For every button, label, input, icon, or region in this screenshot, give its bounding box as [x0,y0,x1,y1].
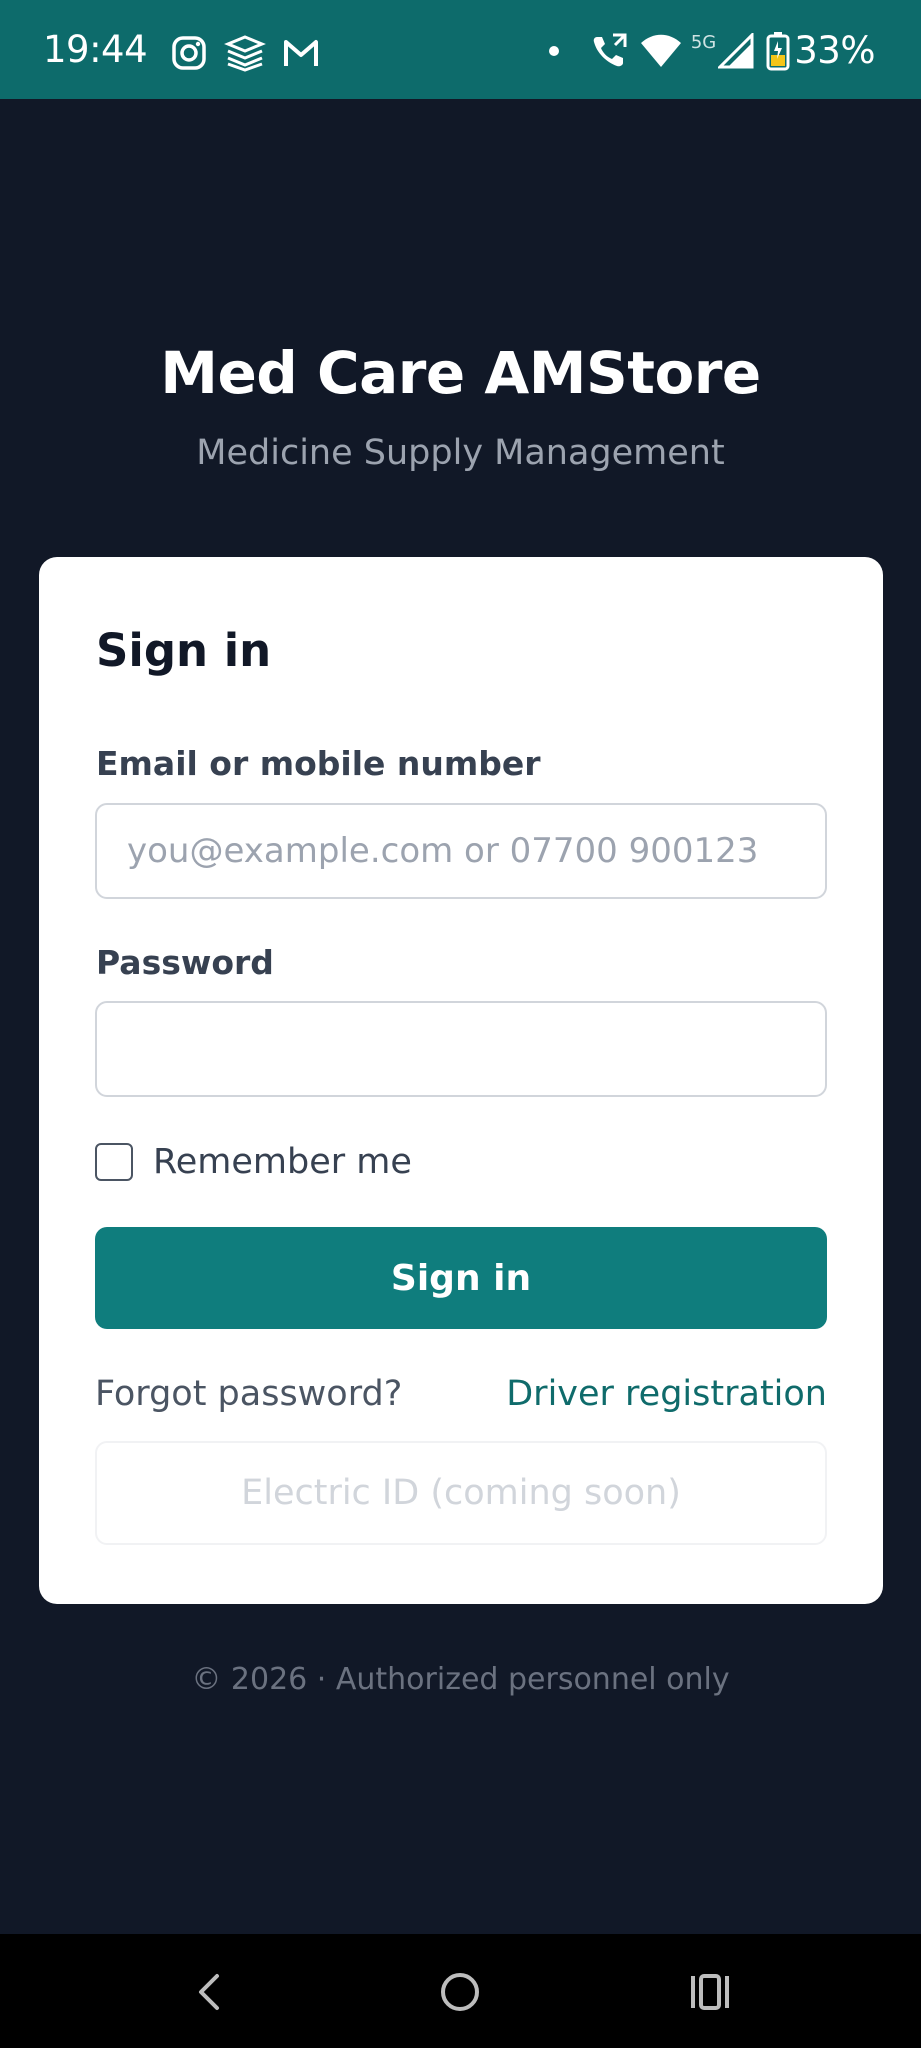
driver-registration-link[interactable]: Driver registration [506,1371,827,1417]
forgot-password-link[interactable]: Forgot password? [95,1371,402,1417]
gmail-icon [284,40,318,66]
sign-in-card: Sign in Email or mobile number Password … [39,557,883,1604]
navigation-bar [0,1934,921,2048]
battery-charging-icon [766,32,790,71]
stack-app-icon [224,35,266,72]
app-subtitle: Medicine Supply Management [196,433,725,473]
footer-text: © 2026 · Authorized personnel only [191,1662,730,1697]
wifi-calling-icon [593,33,627,67]
electric-id-button: Electric ID (coming soon) [95,1441,827,1545]
signal-icon [718,33,754,69]
card-title: Sign in [96,624,272,677]
notification-icons [168,32,322,74]
auth-links: Forgot password? Driver registration [95,1371,827,1421]
status-time: 19:44 [43,28,148,71]
password-field[interactable] [95,1001,827,1097]
email-label: Email or mobile number [96,744,541,783]
wifi-icon [640,34,681,67]
remember-me-label[interactable]: Remember me [153,1142,412,1182]
status-bar: 19:44 5G 33% [0,0,921,99]
back-icon[interactable] [186,1968,234,2016]
battery-percentage: 33% [794,29,875,72]
recents-icon[interactable] [686,1968,734,2016]
app-title: Med Care AMStore [160,339,761,407]
email-field[interactable] [95,803,827,899]
system-status-icons: 5G 33% [548,28,875,74]
sign-in-button[interactable]: Sign in [95,1227,827,1329]
home-icon[interactable] [436,1968,484,2016]
remember-me-checkbox[interactable] [95,1143,133,1181]
network-type: 5G [690,31,717,53]
notification-dot-icon [548,46,559,56]
instagram-icon [172,36,206,70]
remember-me-row[interactable]: Remember me [95,1140,412,1184]
password-label: Password [96,943,274,982]
